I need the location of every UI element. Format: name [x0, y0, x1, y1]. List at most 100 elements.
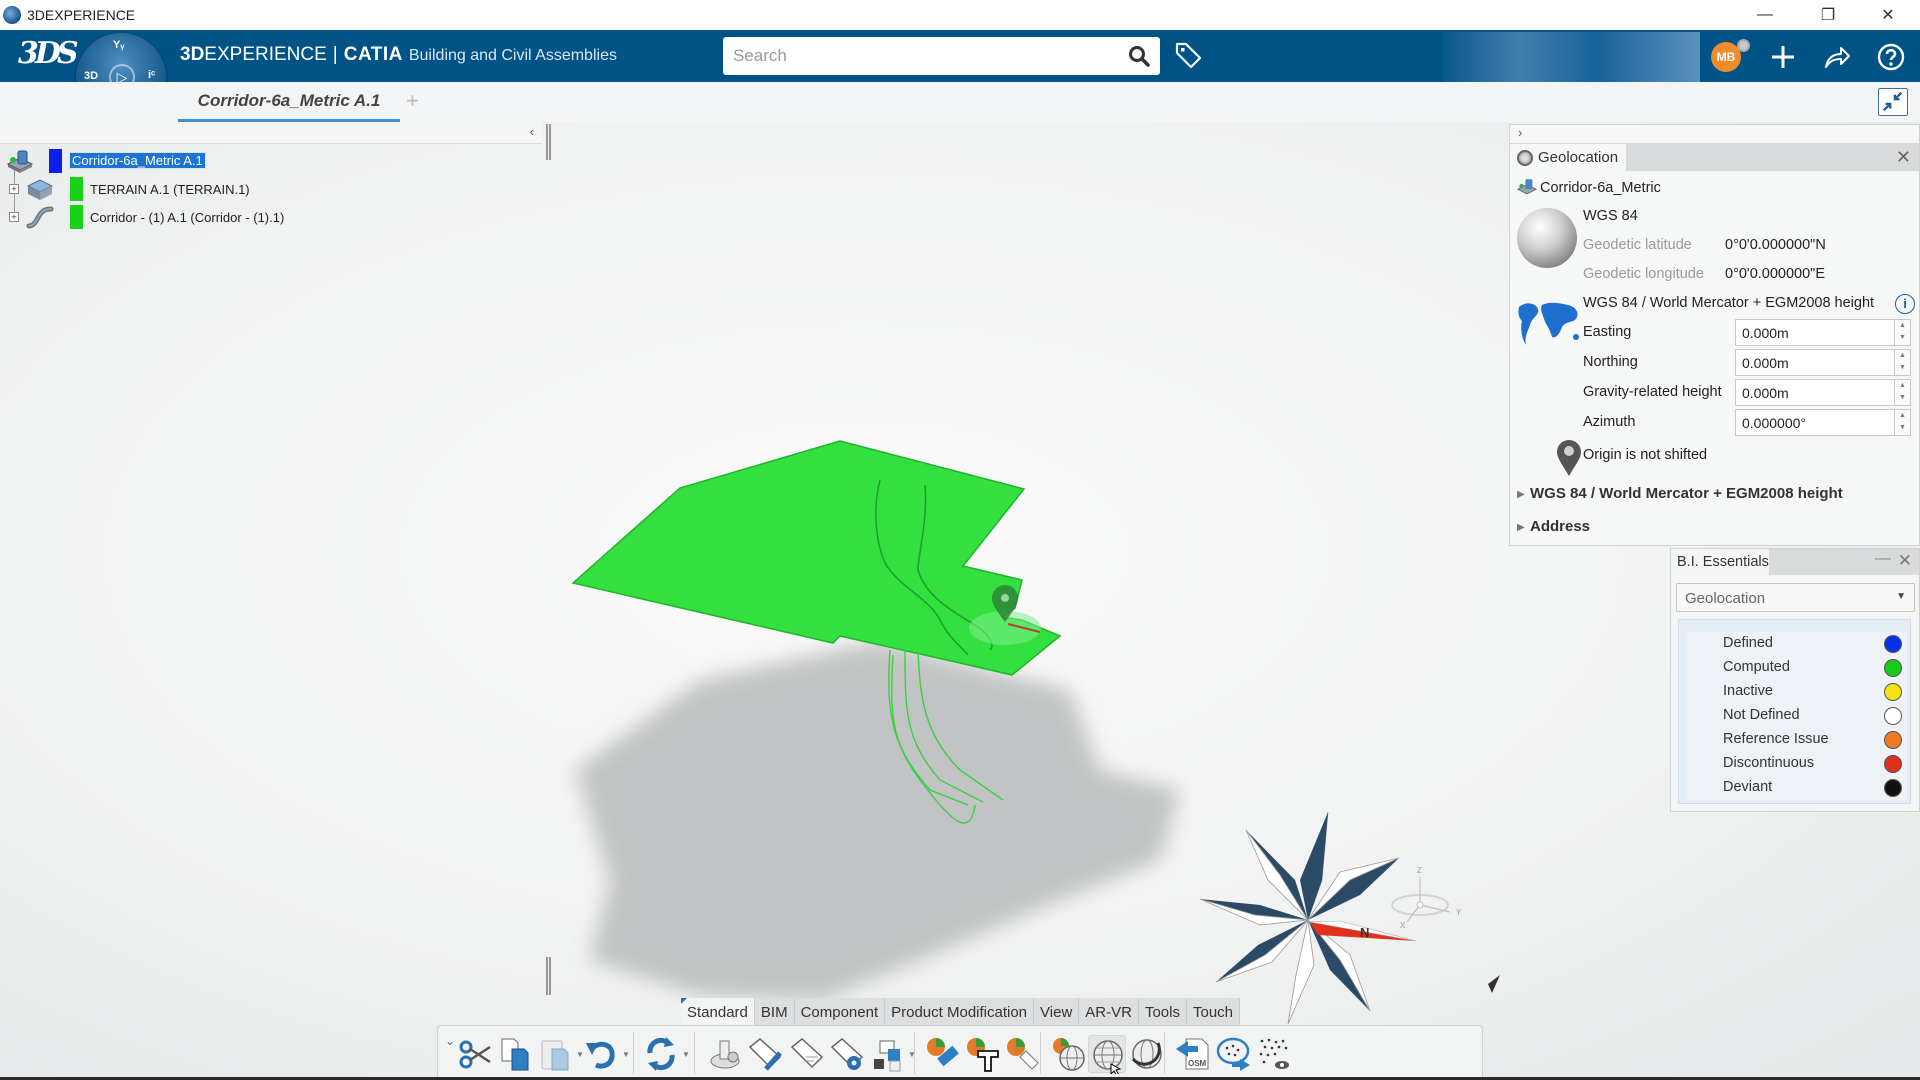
bi-mode-dropdown[interactable]: Geolocation ▼ — [1676, 583, 1915, 612]
panel-expand-toggle[interactable]: › — [1510, 125, 1919, 144]
axis-triad[interactable]: Z Y X — [1391, 866, 1462, 930]
geolocation-rotate-button[interactable] — [1128, 1035, 1166, 1073]
info-icon[interactable]: i — [1895, 294, 1915, 314]
gravity-height-input[interactable] — [1735, 379, 1895, 406]
tag-icon[interactable] — [1173, 40, 1203, 70]
geo-properties-button[interactable] — [924, 1035, 962, 1073]
expand-caret-icon[interactable]: ▶ — [1517, 522, 1525, 533]
action-tab-tools[interactable]: Tools — [1138, 998, 1187, 1026]
search-box[interactable] — [723, 37, 1160, 75]
tab-bi-essentials[interactable]: B.I. Essentials — [1671, 549, 1769, 575]
tree-splitter-top[interactable] — [546, 124, 551, 160]
import-osm-icon: OSM — [1176, 1038, 1209, 1070]
point-cloud-import-icon — [1216, 1037, 1250, 1071]
compass-rose[interactable] — [1199, 811, 1417, 1025]
legend-color-swatch — [1884, 755, 1902, 773]
section-label[interactable]: WGS 84 / World Mercator + EGM2008 height — [1530, 485, 1843, 502]
geolocation-globe-button[interactable] — [1088, 1035, 1126, 1077]
legend-color-swatch — [1884, 731, 1902, 749]
point-cloud-visibility-icon — [1259, 1038, 1289, 1069]
add-tab-button[interactable]: + — [406, 88, 419, 114]
undo-dropdown-arrow-icon[interactable]: ▼ — [622, 1050, 630, 1059]
tree-node-label[interactable]: Corridor - (1) A.1 (Corridor - (1).1) — [90, 210, 284, 225]
settings-tag-button[interactable] — [828, 1035, 866, 1073]
tree-splitter-bottom[interactable] — [546, 957, 551, 995]
help-button[interactable] — [1874, 40, 1908, 74]
action-tab-view[interactable]: View — [1034, 998, 1080, 1026]
legend-item-not-defined: Not Defined — [1687, 704, 1907, 728]
northing-input[interactable] — [1735, 349, 1895, 376]
azimuth-spinner[interactable]: ▲ ▼ — [1895, 409, 1911, 436]
app-name: Building and Civil Assemblies — [408, 47, 617, 64]
add-button[interactable] — [1766, 40, 1800, 74]
tab-corridor-6a-metric[interactable]: Corridor-6a_Metric A.1 — [178, 82, 400, 122]
point-cloud-import-button[interactable] — [1214, 1035, 1252, 1073]
attach-component-button[interactable] — [868, 1035, 906, 1073]
paste-icon — [541, 1040, 569, 1071]
share-button[interactable] — [1820, 40, 1854, 74]
azimuth-input[interactable] — [1735, 409, 1895, 436]
update-dropdown-arrow-icon[interactable]: ▼ — [682, 1050, 690, 1059]
dassault-logo-icon[interactable]: 3DS — [18, 36, 79, 71]
globe-icon — [1517, 208, 1577, 268]
tree-node-label[interactable]: TERRAIN A.1 (TERRAIN.1) — [90, 182, 250, 197]
paste-button[interactable] — [536, 1035, 574, 1073]
action-tab-ar-vr[interactable]: AR-VR — [1079, 998, 1139, 1026]
collapse-tree-button[interactable]: ‹ — [530, 124, 534, 139]
compass-social-label[interactable]: Yᵧ — [113, 39, 124, 51]
action-tab-component[interactable]: Component — [794, 998, 886, 1026]
restore-button[interactable]: ❐ — [1805, 0, 1851, 30]
update-button[interactable] — [642, 1035, 680, 1073]
expand-button[interactable]: + — [9, 212, 19, 222]
latitude-label: Geodetic latitude — [1583, 237, 1692, 253]
edit-properties-button[interactable] — [746, 1035, 784, 1073]
tree-node-terrain[interactable]: + TERRAIN A.1 (TERRAIN.1) — [0, 176, 300, 202]
easting-spinner[interactable]: ▲ ▼ — [1895, 319, 1911, 346]
product-icon — [1516, 179, 1538, 195]
cut-button[interactable] — [456, 1035, 494, 1073]
globe-icon — [1517, 150, 1533, 166]
close-geolocation-button[interactable]: ✕ — [1896, 147, 1911, 168]
action-tab-touch[interactable]: Touch — [1186, 998, 1241, 1026]
geo-text-icon — [967, 1038, 999, 1072]
tree-node-corridor[interactable]: + Corridor - (1) A.1 (Corridor - (1).1) — [0, 204, 320, 230]
minimize-button[interactable]: — — [1742, 0, 1788, 30]
section-label[interactable]: Address — [1530, 518, 1590, 535]
expand-button[interactable]: + — [9, 184, 19, 194]
exit-fullscreen-button[interactable] — [1878, 88, 1908, 116]
search-input[interactable] — [733, 37, 1103, 75]
gravity-height-spinner[interactable]: ▲ ▼ — [1895, 379, 1911, 406]
settings-tag-icon — [830, 1038, 864, 1070]
undo-button[interactable] — [582, 1035, 620, 1073]
expand-action-bar-icon[interactable]: ⌄ — [445, 1034, 455, 1048]
geolocation-rotate-icon — [1131, 1039, 1162, 1069]
close-bi-button[interactable]: ✕ — [1898, 551, 1912, 571]
product-structure-button[interactable] — [706, 1035, 744, 1073]
geolocation-define-button[interactable] — [1050, 1035, 1088, 1073]
easting-input[interactable] — [1735, 319, 1895, 346]
action-tab-product-modification[interactable]: Product Modification — [885, 998, 1035, 1026]
properties-tag-button[interactable] — [788, 1035, 826, 1073]
point-cloud-visibility-button[interactable] — [1254, 1035, 1292, 1073]
legend-label: Deviant — [1723, 779, 1773, 795]
action-tab-bim[interactable]: BIM — [754, 998, 795, 1026]
close-window-button[interactable]: ✕ — [1865, 0, 1911, 30]
corridor-icon — [26, 206, 54, 229]
action-tab-standard[interactable]: Standard — [681, 998, 755, 1026]
northing-spinner[interactable]: ▲ ▼ — [1895, 349, 1911, 376]
tab-geolocation[interactable]: Geolocation — [1510, 144, 1626, 171]
legend-item-defined: Defined — [1687, 632, 1907, 656]
geo-text-button[interactable] — [964, 1035, 1002, 1073]
search-icon[interactable] — [1128, 45, 1150, 67]
minimize-panel-button[interactable]: — — [1875, 550, 1891, 568]
import-osm-button[interactable]: OSM — [1174, 1035, 1212, 1073]
expand-caret-icon[interactable]: ▶ — [1517, 489, 1525, 500]
copy-button[interactable] — [496, 1035, 534, 1073]
tree-node-label[interactable]: Corridor-6a_Metric A.1 — [69, 152, 206, 169]
geo-tag-button[interactable] — [1004, 1035, 1042, 1073]
tree-node-root[interactable]: Corridor-6a_Metric A.1 — [0, 148, 260, 174]
compass-info-label[interactable]: iᶜ — [148, 69, 155, 81]
projected-crs-name: WGS 84 / World Mercator + EGM2008 height — [1583, 295, 1875, 311]
product-structure-icon — [710, 1040, 740, 1069]
compass-3d-label[interactable]: 3D — [84, 70, 98, 82]
